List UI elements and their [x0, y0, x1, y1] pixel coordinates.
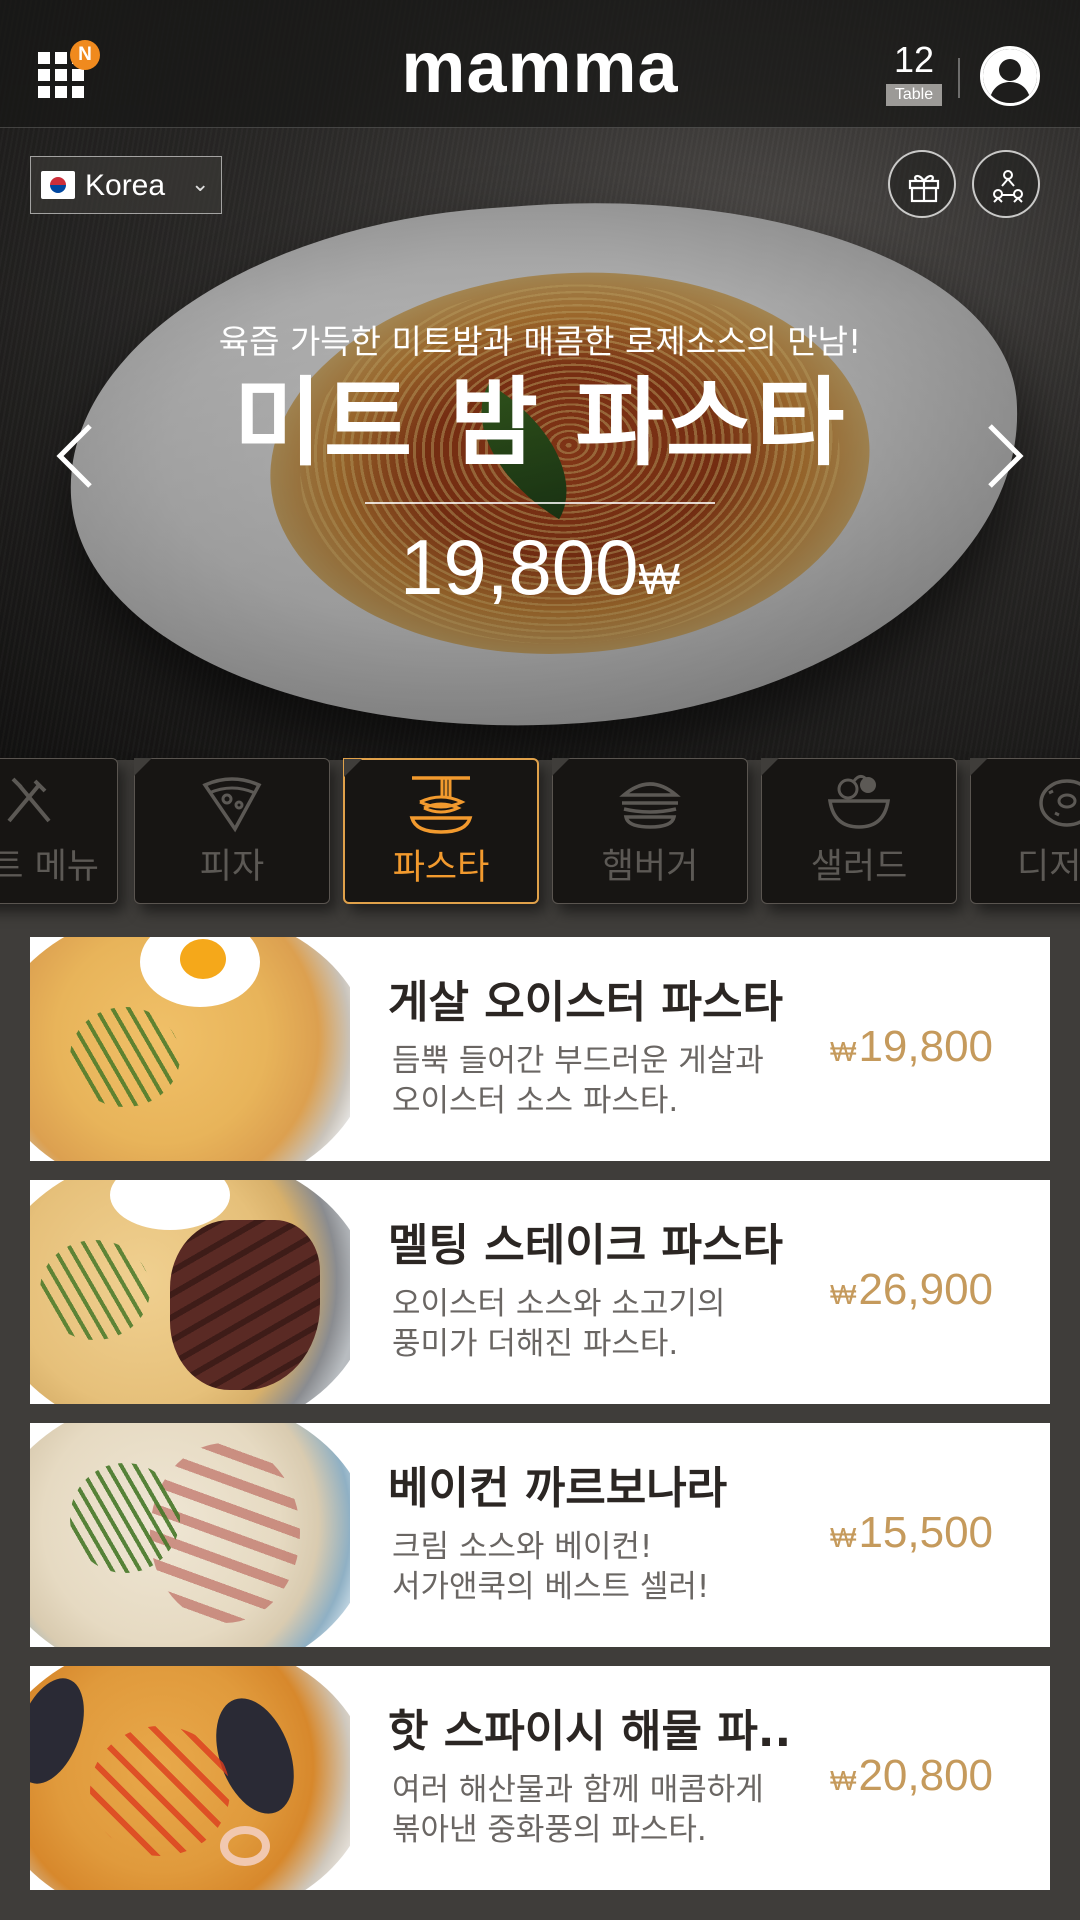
chevron-down-icon: ⌄ [191, 171, 210, 196]
menu-item-image [30, 1666, 350, 1890]
menu-item-card[interactable]: 멜팅 스테이크 파스타 오이스터 소스와 소고기의 풍미가 더해진 파스타. ₩2… [30, 1180, 1050, 1404]
user-avatar-icon[interactable] [980, 46, 1040, 106]
category-tab-pizza[interactable]: 피자 [134, 758, 330, 904]
gift-icon [908, 174, 940, 203]
menu-item-price: ₩19,800 [830, 1022, 994, 1071]
menu-item-image [30, 937, 350, 1161]
menu-item-price: ₩20,800 [830, 1751, 994, 1800]
brand-logo: mamma [401, 28, 679, 108]
menu-item-name: 멜팅 스테이크 파스타 [388, 1220, 783, 1271]
category-tab-salad[interactable]: 샐러드 [761, 758, 957, 904]
menu-item-name: 게살 오이스터 파스타 [388, 977, 783, 1028]
hero-subtitle: 육즙 가득한 미트밤과 매콤한 로제소스의 만남! [218, 322, 862, 361]
share-button[interactable] [972, 150, 1040, 218]
menu-item-card[interactable]: 핫 스파이시 해물 파.. 여러 해산물과 함께 매콤하게 볶아낸 중화풍의 파스… [30, 1666, 1050, 1890]
fork-knife-icon [0, 771, 117, 837]
table-label: Table [886, 84, 942, 106]
menu-item-name: 베이컨 까르보나라 [388, 1463, 728, 1514]
korea-flag-icon [41, 171, 75, 199]
category-tab-set-menu[interactable]: 트 메뉴 [0, 758, 118, 904]
category-tab-burger[interactable]: 햄버거 [552, 758, 748, 904]
menu-item-description: 듬뿍 들어간 부드러운 게살과 오이스터 소스 파스타. [392, 1043, 764, 1119]
hero-divider [365, 502, 715, 504]
menu-item-price: ₩15,500 [830, 1508, 994, 1557]
top-bar: N mamma 12 Table [0, 0, 1080, 128]
country-select-value: Korea [85, 169, 166, 202]
salad-icon [762, 771, 956, 837]
category-tab-dessert[interactable]: 디저 [970, 758, 1080, 904]
burger-icon [553, 771, 747, 837]
menu-item-card[interactable]: 게살 오이스터 파스타 듬뿍 들어간 부드러운 게살과 오이스터 소스 파스타. … [30, 937, 1050, 1161]
group-share-icon [993, 170, 1023, 203]
menu-item-description: 크림 소스와 베이컨! 서가앤쿡의 베스트 셀러! [392, 1529, 710, 1605]
prev-arrow-icon[interactable] [52, 420, 100, 492]
menu-item-price: ₩26,900 [830, 1265, 994, 1314]
pasta-icon [345, 772, 537, 838]
next-arrow-icon[interactable] [980, 420, 1028, 492]
donut-icon [971, 771, 1080, 837]
menu-item-description: 오이스터 소스와 소고기의 풍미가 더해진 파스타. [392, 1286, 726, 1362]
hero-title: 미트 밤 파스타 [233, 367, 847, 479]
gift-button[interactable] [888, 150, 956, 218]
app-screen: 육즙 가득한 미트밤과 매콤한 로제소스의 만남! 미트 밤 파스타 19,80… [0, 0, 1080, 1920]
menu-item-image [30, 1423, 350, 1647]
menu-item-name: 핫 스파이시 해물 파.. [388, 1706, 792, 1757]
menu-item-card[interactable]: 베이컨 까르보나라 크림 소스와 베이컨! 서가앤쿡의 베스트 셀러! ₩15,5… [30, 1423, 1050, 1647]
country-select[interactable]: Korea ⌄ [30, 156, 222, 214]
hero-price-currency: ₩ [638, 555, 681, 604]
new-badge: N [70, 40, 100, 70]
hero-price-amount: 19,800 [399, 523, 639, 611]
category-tabs: 트 메뉴 피자 파스타 햄버거 샐러드 디저 [0, 758, 1080, 908]
menu-item-description: 여러 해산물과 함께 매콤하게 볶아낸 중화풍의 파스타. [392, 1772, 764, 1848]
table-number: 12 [893, 39, 935, 80]
pizza-icon [135, 771, 329, 837]
topbar-divider [958, 58, 960, 98]
category-tab-pasta[interactable]: 파스타 [343, 758, 539, 904]
hero-price: 19,800₩ [0, 522, 1080, 635]
menu-item-image [30, 1180, 350, 1404]
